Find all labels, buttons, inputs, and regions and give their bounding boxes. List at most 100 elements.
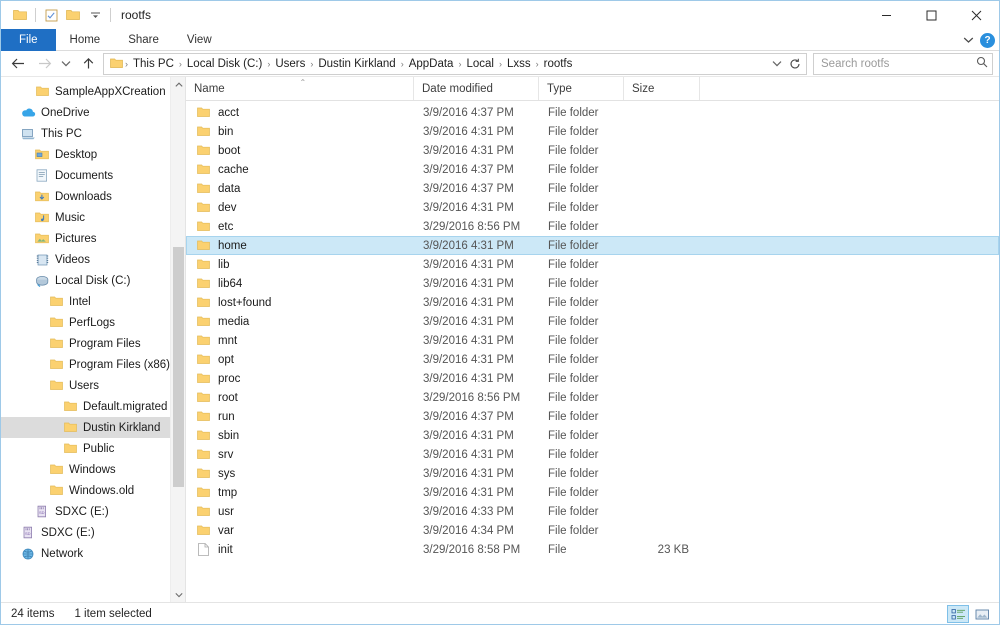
column-header-type[interactable]: Type	[539, 77, 624, 100]
search-icon[interactable]	[976, 55, 988, 73]
back-button[interactable]	[5, 53, 31, 75]
breadcrumb[interactable]: › This PC › Local Disk (C:) › Users › Du…	[103, 52, 807, 75]
sidebar-item-intel[interactable]: Intel	[1, 291, 185, 312]
sidebar-item-public[interactable]: Public	[1, 438, 185, 459]
minimize-button[interactable]	[864, 1, 909, 29]
table-row[interactable]: opt 3/9/2016 4:31 PM File folder	[186, 350, 999, 369]
cell-name: proc	[187, 373, 415, 385]
table-row[interactable]: boot 3/9/2016 4:31 PM File folder	[186, 141, 999, 160]
navigation-scrollbar[interactable]	[170, 77, 185, 602]
sidebar-item-program-files[interactable]: Program Files	[1, 333, 185, 354]
sidebar-item-music[interactable]: Music	[1, 207, 185, 228]
table-row[interactable]: proc 3/9/2016 4:31 PM File folder	[186, 369, 999, 388]
table-row[interactable]: acct 3/9/2016 4:37 PM File folder	[186, 103, 999, 122]
sidebar-item-sdxc-e[interactable]: SD SDXC (E:)	[1, 522, 185, 543]
table-row[interactable]: home 3/9/2016 4:31 PM File folder	[186, 236, 999, 255]
sidebar-item-perflogs[interactable]: PerfLogs	[1, 312, 185, 333]
table-row[interactable]: etc 3/29/2016 8:56 PM File folder	[186, 217, 999, 236]
file-name-label: lost+found	[218, 296, 272, 309]
sidebar-item-label: SDXC (E:)	[55, 505, 109, 518]
cell-date-modified: 3/9/2016 4:34 PM	[423, 524, 514, 537]
sidebar-item-documents[interactable]: Documents	[1, 165, 185, 186]
search-input[interactable]: Search rootfs	[813, 52, 993, 75]
table-row[interactable]: lib64 3/9/2016 4:31 PM File folder	[186, 274, 999, 293]
scrollbar-thumb[interactable]	[173, 247, 184, 487]
address-history-dropdown-icon[interactable]	[768, 54, 786, 74]
sidebar-item-pictures[interactable]: Pictures	[1, 228, 185, 249]
table-row[interactable]: srv 3/9/2016 4:31 PM File folder	[186, 445, 999, 464]
breadcrumb-item-this-pc[interactable]: This PC	[129, 58, 178, 70]
refresh-icon[interactable]	[786, 54, 804, 74]
table-row[interactable]: lib 3/9/2016 4:31 PM File folder	[186, 255, 999, 274]
new-folder-icon[interactable]	[62, 5, 84, 25]
file-rows: acct 3/9/2016 4:37 PM File folder bin 3/9/20…	[186, 101, 999, 602]
tab-share[interactable]: Share	[114, 29, 173, 51]
sidebar-item-sampleappxcreation[interactable]: SampleAppXCreation	[1, 81, 185, 102]
table-row[interactable]: var 3/9/2016 4:34 PM File folder	[186, 521, 999, 540]
table-row[interactable]: tmp 3/9/2016 4:31 PM File folder	[186, 483, 999, 502]
breadcrumb-item-rootfs[interactable]: rootfs	[540, 58, 577, 70]
folder-icon[interactable]	[9, 5, 31, 25]
sidebar-item-desktop[interactable]: Desktop	[1, 144, 185, 165]
column-header-name[interactable]: Name ⌃	[186, 77, 414, 100]
forward-button[interactable]	[31, 53, 57, 75]
properties-icon[interactable]	[40, 5, 62, 25]
table-row[interactable]: cache 3/9/2016 4:37 PM File folder	[186, 160, 999, 179]
column-label-type: Type	[547, 82, 572, 95]
breadcrumb-item-appdata[interactable]: AppData	[405, 58, 458, 70]
harddisk-icon	[33, 273, 51, 289]
details-view-button[interactable]	[947, 605, 969, 623]
column-header-date-modified[interactable]: Date modified	[414, 77, 539, 100]
table-row[interactable]: media 3/9/2016 4:31 PM File folder	[186, 312, 999, 331]
onedrive-icon	[19, 105, 37, 121]
help-icon[interactable]: ?	[980, 32, 995, 48]
table-row[interactable]: usr 3/9/2016 4:33 PM File folder	[186, 502, 999, 521]
column-header-size[interactable]: Size	[624, 77, 700, 100]
table-row[interactable]: dev 3/9/2016 4:31 PM File folder	[186, 198, 999, 217]
table-row[interactable]: run 3/9/2016 4:37 PM File folder	[186, 407, 999, 426]
large-icons-view-button[interactable]	[971, 605, 993, 623]
cell-date-modified: 3/29/2016 8:58 PM	[423, 543, 521, 556]
sidebar-item-this-pc[interactable]: This PC	[1, 123, 185, 144]
table-row[interactable]: bin 3/9/2016 4:31 PM File folder	[186, 122, 999, 141]
sidebar-item-network[interactable]: Network	[1, 543, 185, 564]
up-button[interactable]	[75, 53, 101, 75]
breadcrumb-item-lxss[interactable]: Lxss	[503, 58, 535, 70]
table-row[interactable]: root 3/29/2016 8:56 PM File folder	[186, 388, 999, 407]
sidebar-item-default-migrated[interactable]: Default.migrated	[1, 396, 185, 417]
breadcrumb-item-local-disk[interactable]: Local Disk (C:)	[183, 58, 266, 70]
tab-view[interactable]: View	[173, 29, 226, 51]
customize-dropdown-icon[interactable]	[84, 5, 106, 25]
table-row[interactable]: sys 3/9/2016 4:31 PM File folder	[186, 464, 999, 483]
sidebar-item-program-files-x86[interactable]: Program Files (x86)	[1, 354, 185, 375]
tab-file[interactable]: File	[1, 29, 56, 51]
maximize-button[interactable]	[909, 1, 954, 29]
close-button[interactable]	[954, 1, 999, 29]
tab-home[interactable]: Home	[56, 29, 115, 51]
sidebar-item-downloads[interactable]: Downloads	[1, 186, 185, 207]
scroll-up-icon[interactable]	[171, 77, 185, 92]
sidebar-item-onedrive[interactable]: OneDrive	[1, 102, 185, 123]
breadcrumb-item-local[interactable]: Local	[462, 58, 498, 70]
table-row[interactable]: lost+found 3/9/2016 4:31 PM File folder	[186, 293, 999, 312]
sidebar-item-users[interactable]: Users	[1, 375, 185, 396]
cell-type: File folder	[548, 391, 599, 404]
sidebar-item-dustin-kirkland[interactable]: Dustin Kirkland	[1, 417, 185, 438]
sidebar-item-local-disk-c[interactable]: Local Disk (C:)	[1, 270, 185, 291]
sidebar-item-windows[interactable]: Windows	[1, 459, 185, 480]
table-row[interactable]: init 3/29/2016 8:58 PM File 23 KB	[186, 540, 999, 559]
breadcrumb-item-dustin-kirkland[interactable]: Dustin Kirkland	[314, 58, 399, 70]
table-row[interactable]: mnt 3/9/2016 4:31 PM File folder	[186, 331, 999, 350]
chevron-down-icon[interactable]	[963, 31, 974, 49]
cell-type: File folder	[548, 296, 599, 309]
scroll-down-icon[interactable]	[171, 587, 185, 602]
table-row[interactable]: sbin 3/9/2016 4:31 PM File folder	[186, 426, 999, 445]
recent-locations-button[interactable]	[57, 53, 75, 75]
sidebar-item-videos[interactable]: Videos	[1, 249, 185, 270]
table-row[interactable]: data 3/9/2016 4:37 PM File folder	[186, 179, 999, 198]
sidebar-item-label: Downloads	[55, 190, 112, 203]
cell-date-modified: 3/9/2016 4:31 PM	[423, 239, 514, 252]
sidebar-item-sdxc-e[interactable]: SD SDXC (E:)	[1, 501, 185, 522]
breadcrumb-item-users[interactable]: Users	[271, 58, 309, 70]
sidebar-item-windows-old[interactable]: Windows.old	[1, 480, 185, 501]
